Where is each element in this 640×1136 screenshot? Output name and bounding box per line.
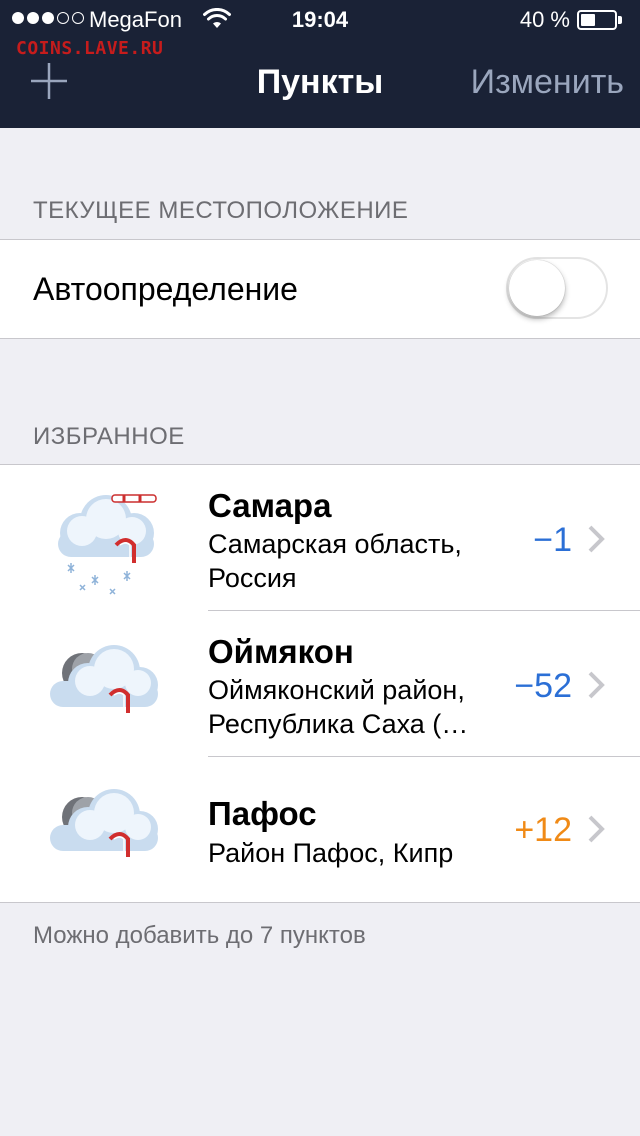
watermark: COINS.LAVE.RU (16, 38, 164, 59)
cloud-moon-icon (50, 789, 158, 857)
city-name: Пафос (208, 795, 317, 832)
auto-detect-label: Автоопределение (33, 271, 298, 307)
region-line: Республика Саха (… (208, 709, 469, 739)
chevron-right-icon (588, 815, 605, 843)
city-name: Самара (208, 487, 332, 524)
list-item[interactable]: Пафос Район Пафос, Кипр +12 (0, 757, 640, 902)
temperature: −52 (514, 667, 572, 705)
favorites-footer-note: Можно добавить до 7 пунктов (33, 922, 366, 949)
chevron-right-icon (588, 671, 605, 699)
temperature: +12 (514, 811, 572, 849)
current-location-header: ТЕКУЩЕЕ МЕСТОПОЛОЖЕНИЕ (33, 197, 409, 224)
battery-percent: 40 % (519, 7, 570, 32)
region-line: Россия (208, 563, 297, 593)
edit-button[interactable]: Изменить (471, 63, 624, 102)
region-line: Оймяконский район, (208, 675, 465, 705)
auto-detect-toggle[interactable] (506, 257, 608, 319)
list-item[interactable]: Оймякон Оймяконский район, Республика Са… (0, 611, 640, 757)
chevron-right-icon (588, 525, 605, 553)
current-location-group: Автоопределение (0, 239, 640, 339)
region-line: Самарская область, (208, 529, 462, 559)
battery-icon (577, 10, 623, 30)
cloud-moon-icon (50, 645, 158, 713)
city-name: Оймякон (208, 633, 354, 670)
cloud-snow-wind-icon (58, 494, 157, 595)
list-item[interactable]: Самара Самарская область, Россия −1 (0, 465, 640, 611)
status-bar: MegaFon 19:04 40 % (0, 0, 640, 40)
region-line: Район Пафос, Кипр (208, 838, 454, 868)
toggle-knob (509, 260, 565, 316)
favorites-header: ИЗБРАННОЕ (33, 423, 185, 450)
navigation-bar: MegaFon 19:04 40 % COINS.LAVE.RU Пункты … (0, 0, 640, 128)
favorites-list: Самара Самарская область, Россия −1 Оймя… (0, 464, 640, 903)
temperature: −1 (533, 521, 572, 559)
